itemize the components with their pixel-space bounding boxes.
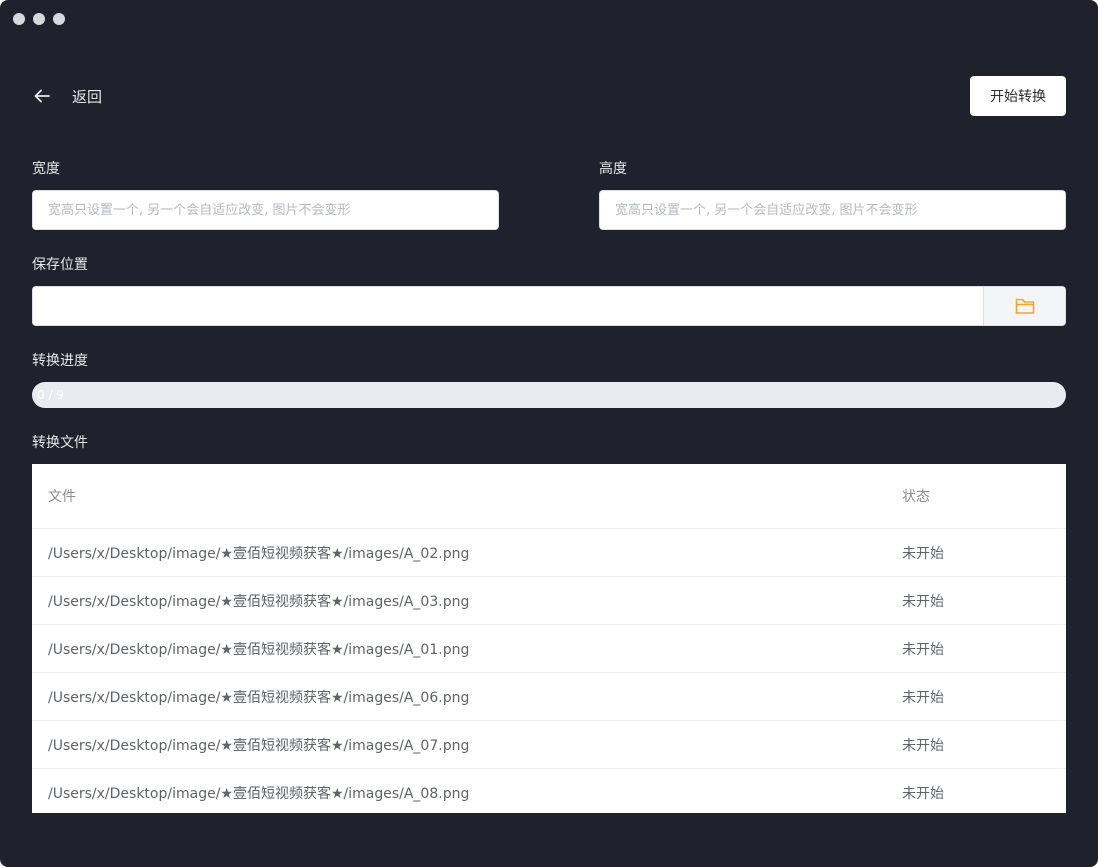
- file-path-cell: /Users/x/Desktop/image/★壹佰短视频获客★/images/…: [48, 593, 470, 610]
- table-row[interactable]: /Users/x/Desktop/image/★壹佰短视频获客★/images/…: [32, 721, 1066, 769]
- file-path-cell: /Users/x/Desktop/image/★壹佰短视频获客★/images/…: [48, 641, 470, 658]
- file-path-cell: /Users/x/Desktop/image/★壹佰短视频获客★/images/…: [48, 689, 470, 706]
- file-path-cell: /Users/x/Desktop/image/★壹佰短视频获客★/images/…: [48, 737, 470, 754]
- back-button[interactable]: 返回: [32, 84, 102, 108]
- save-location-group: [32, 286, 1066, 326]
- table-row[interactable]: /Users/x/Desktop/image/★壹佰短视频获客★/images/…: [32, 577, 1066, 625]
- choose-folder-button[interactable]: [983, 286, 1066, 326]
- column-header-status: 状态: [902, 489, 930, 505]
- arrow-left-icon: [34, 89, 50, 103]
- files-table: 文件 状态 /Users/x/Desktop/image/★壹佰短视频获客★/i…: [32, 464, 1066, 813]
- close-window-button[interactable]: [13, 13, 25, 25]
- table-row[interactable]: /Users/x/Desktop/image/★壹佰短视频获客★/images/…: [32, 673, 1066, 721]
- height-label: 高度: [599, 161, 627, 177]
- progress-label: 转换进度: [32, 353, 88, 369]
- folder-icon: [1015, 298, 1034, 314]
- progress-text: 0 / 9: [37, 388, 64, 402]
- save-location-label: 保存位置: [32, 257, 88, 273]
- table-row[interactable]: /Users/x/Desktop/image/★壹佰短视频获客★/images/…: [32, 769, 1066, 813]
- back-label: 返回: [72, 87, 103, 106]
- app-window: 返回 开始转换 宽度 高度 保存位置 转换进度 0 / 9 转换文件 文件 状态…: [0, 0, 1098, 867]
- zoom-window-button[interactable]: [53, 13, 65, 25]
- start-convert-button[interactable]: 开始转换: [970, 76, 1066, 116]
- status-cell: 未开始: [902, 545, 944, 562]
- file-path-cell: /Users/x/Desktop/image/★壹佰短视频获客★/images/…: [48, 785, 470, 802]
- conversion-progress-bar: 0 / 9: [32, 382, 1066, 408]
- status-cell: 未开始: [902, 737, 944, 754]
- table-row[interactable]: /Users/x/Desktop/image/★壹佰短视频获客★/images/…: [32, 625, 1066, 673]
- status-cell: 未开始: [902, 689, 944, 706]
- height-input[interactable]: [599, 190, 1066, 230]
- table-row[interactable]: /Users/x/Desktop/image/★壹佰短视频获客★/images/…: [32, 529, 1066, 577]
- files-label: 转换文件: [32, 435, 88, 451]
- width-label: 宽度: [32, 161, 60, 177]
- window-controls: [13, 13, 65, 25]
- status-cell: 未开始: [902, 593, 944, 610]
- width-input[interactable]: [32, 190, 499, 230]
- table-body: /Users/x/Desktop/image/★壹佰短视频获客★/images/…: [32, 529, 1066, 813]
- status-cell: 未开始: [902, 785, 944, 802]
- status-cell: 未开始: [902, 641, 944, 658]
- table-header: 文件 状态: [32, 464, 1066, 529]
- save-location-input[interactable]: [32, 286, 983, 326]
- minimize-window-button[interactable]: [33, 13, 45, 25]
- column-header-file: 文件: [48, 489, 76, 505]
- file-path-cell: /Users/x/Desktop/image/★壹佰短视频获客★/images/…: [48, 545, 470, 562]
